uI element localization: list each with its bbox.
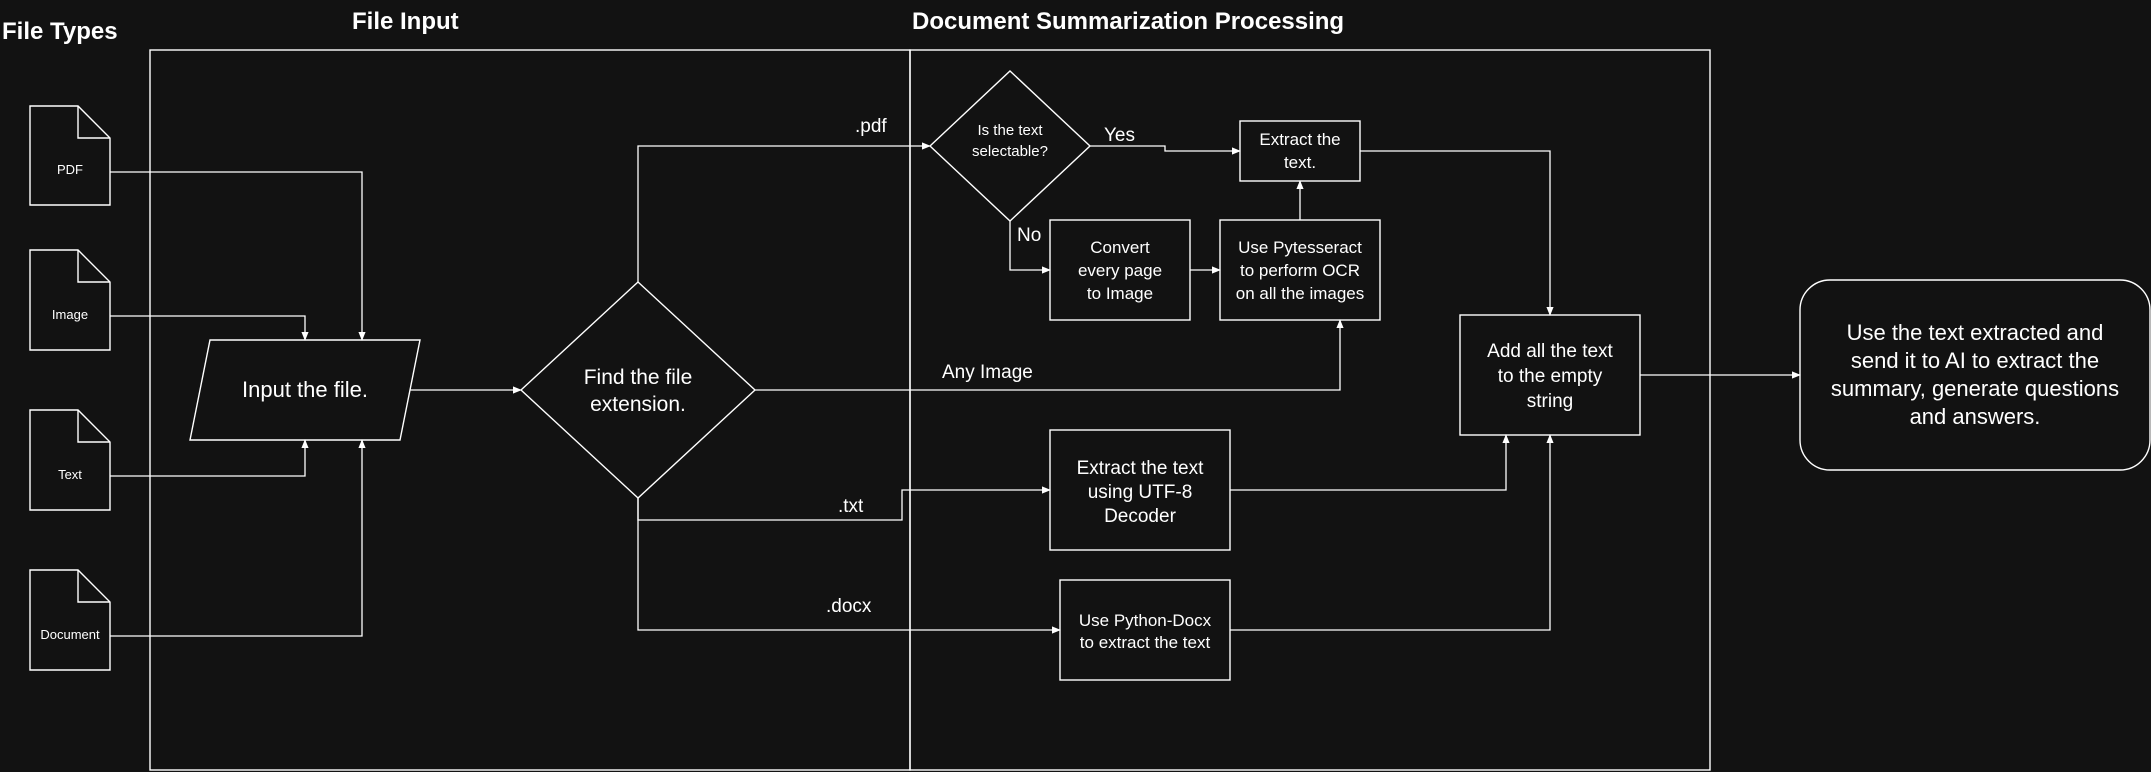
find-extension-node: Find the file extension. [519, 281, 757, 499]
utf8-decoder-node: Extract the text using UTF-8 Decoder [1049, 429, 1231, 551]
document-file-label: Document [40, 627, 100, 642]
convert-pages-node: Convert every page to Image [1049, 219, 1191, 321]
ai-summary-line-4: and answers. [1910, 404, 2041, 429]
ai-summary-line-3: summary, generate questions [1831, 376, 2119, 401]
edge-label-any-image: Any Image [942, 362, 1033, 383]
edge-label-txt: .txt [838, 496, 864, 517]
is-selectable-node: Is the text selectable? [928, 70, 1092, 222]
pytesseract-node: Use Pytesseract to perform OCR on all th… [1219, 219, 1381, 321]
add-text-line-1: Add all the text [1487, 341, 1613, 362]
add-text-line-2: to the empty [1498, 366, 1603, 387]
edge-image-to-input [110, 315, 309, 341]
python-docx-line-2: to extract the text [1080, 633, 1211, 652]
utf8-line-2: using UTF-8 [1088, 482, 1193, 503]
python-docx-line-1: Use Python-Docx [1079, 611, 1212, 630]
edge-docx-to-add [1230, 434, 1554, 631]
image-file-label: Image [52, 307, 88, 322]
is-selectable-line-1: Is the text [977, 122, 1043, 139]
edge-label-pdf: .pdf [855, 116, 887, 137]
edge-pdf-to-input [110, 171, 366, 341]
file-input-lane [149, 49, 911, 771]
ai-summary-line-2: send it to AI to extract the [1851, 348, 2099, 373]
edge-extract-to-add [1360, 150, 1554, 316]
utf8-line-3: Decoder [1104, 506, 1176, 527]
lane-title-processing: Document Summarization Processing [912, 8, 1344, 35]
edge-label-no: No [1017, 225, 1041, 246]
pytesseract-line-1: Use Pytesseract [1238, 238, 1362, 257]
ai-summary-node: Use the text extracted and send it to AI… [1799, 279, 2151, 471]
extract-text-node: Extract the text. [1239, 120, 1361, 182]
extract-text-line-2: text. [1284, 153, 1316, 172]
text-file-icon: Text [29, 409, 111, 511]
convert-pages-line-3: to Image [1087, 284, 1153, 303]
edge-find-to-selectable [637, 142, 931, 282]
convert-pages-line-2: every page [1078, 261, 1162, 280]
input-file-node: Input the file. [189, 339, 421, 441]
edge-label-docx: .docx [826, 596, 872, 617]
pytesseract-line-3: on all the images [1236, 284, 1365, 303]
text-file-label: Text [58, 467, 82, 482]
pdf-file-icon: PDF [29, 105, 111, 206]
utf8-line-1: Extract the text [1077, 458, 1204, 479]
ai-summary-line-1: Use the text extracted and [1847, 320, 2104, 345]
python-docx-node: Use Python-Docx to extract the text [1059, 579, 1231, 681]
is-selectable-line-2: selectable? [972, 143, 1048, 160]
lane-title-file-types: File Types [2, 18, 118, 45]
pdf-file-label: PDF [57, 162, 83, 177]
image-file-icon: Image [29, 249, 111, 351]
pytesseract-line-2: to perform OCR [1240, 261, 1360, 280]
edge-label-yes: Yes [1104, 125, 1135, 146]
edge-document-to-input [110, 439, 366, 637]
edge-text-to-input [110, 439, 309, 477]
edge-find-any-image [755, 319, 1344, 391]
edge-utf8-to-add [1230, 434, 1510, 491]
convert-pages-line-1: Convert [1090, 238, 1150, 257]
add-text-node: Add all the text to the empty string [1459, 314, 1641, 436]
add-text-line-3: string [1527, 391, 1573, 412]
lane-title-file-input: File Input [352, 8, 459, 35]
find-extension-line-1: Find the file [584, 366, 693, 389]
edge-selectable-yes [1090, 145, 1241, 155]
find-extension-line-2: extension. [590, 393, 686, 416]
extract-text-line-1: Extract the [1259, 130, 1340, 149]
input-file-text: Input the file. [242, 377, 368, 402]
document-file-icon: Document [29, 569, 111, 671]
flowchart-diagram: File Types File Input Document Summariza… [2, 8, 2151, 771]
